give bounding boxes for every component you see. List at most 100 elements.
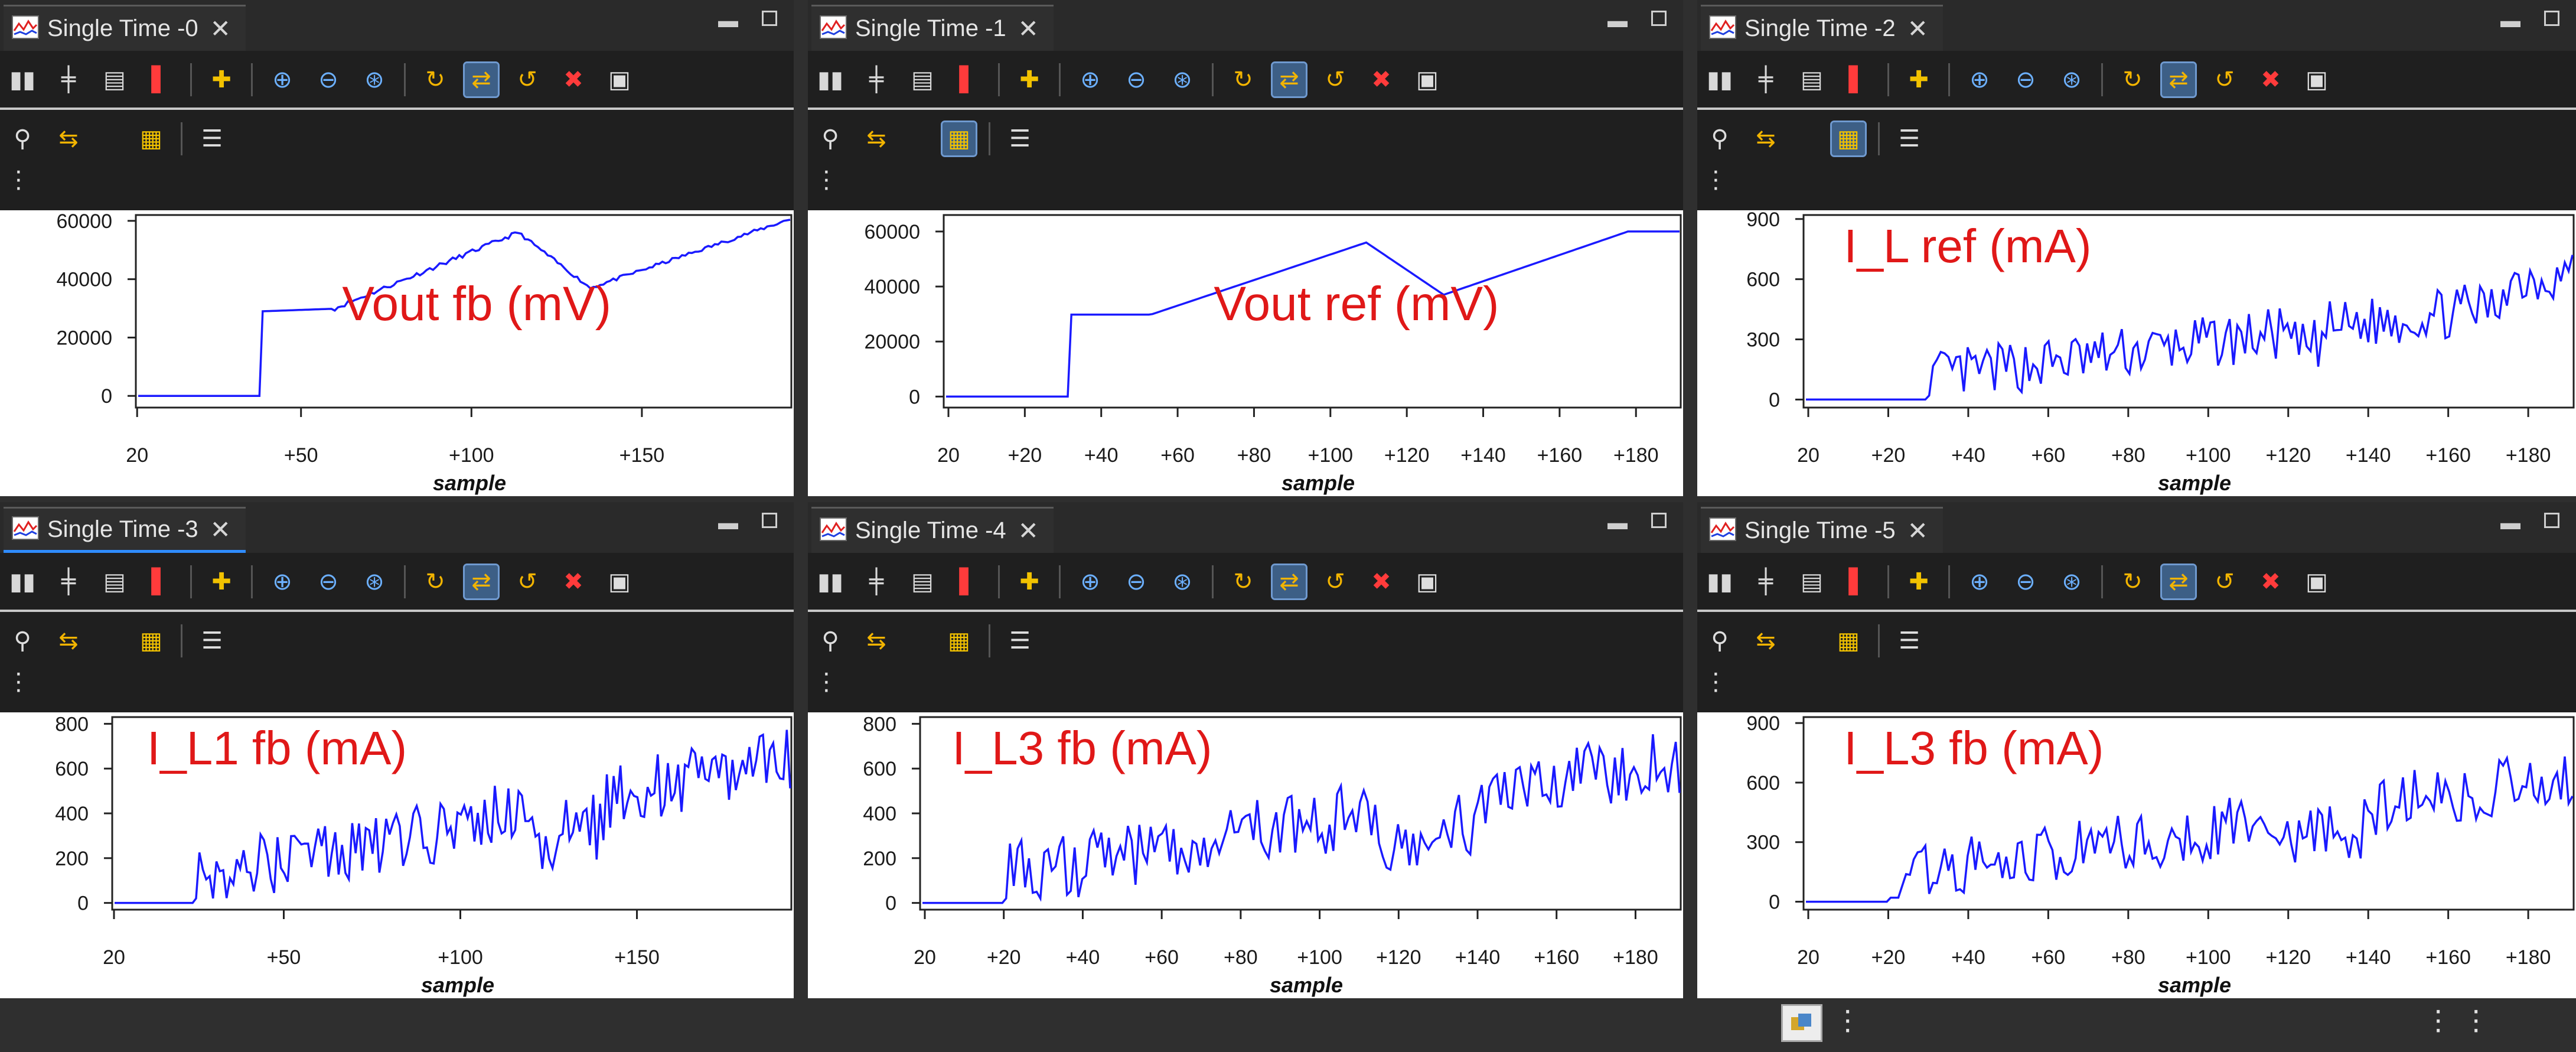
- export-icon[interactable]: ▣: [1411, 63, 1444, 96]
- crosshair-icon[interactable]: ╪: [860, 63, 893, 96]
- binoculars-icon[interactable]: ⚲: [6, 624, 39, 657]
- minimize-icon[interactable]: ▬: [718, 513, 738, 533]
- maximize-icon[interactable]: [1651, 11, 1667, 26]
- swap-icon[interactable]: ⇆: [1749, 122, 1782, 155]
- swap-icon[interactable]: ⇆: [860, 122, 893, 155]
- swap-icon[interactable]: ⇆: [52, 122, 85, 155]
- lock-sync-icon[interactable]: ⇄: [463, 61, 500, 98]
- zoom-out-icon[interactable]: ⊖: [312, 565, 345, 598]
- refresh-icon[interactable]: ↺: [2208, 63, 2241, 96]
- list-icon[interactable]: ☰: [195, 624, 229, 657]
- crosshair-icon[interactable]: ╪: [52, 63, 85, 96]
- crosshair-icon[interactable]: ╪: [1749, 565, 1782, 598]
- maximize-icon[interactable]: [2544, 11, 2559, 26]
- lock-sync-icon[interactable]: ⇄: [1271, 61, 1307, 98]
- view-menu-icon[interactable]: · · ·: [822, 660, 831, 702]
- marker-icon[interactable]: ▌: [1841, 63, 1874, 96]
- swap-icon[interactable]: ⇆: [52, 624, 85, 657]
- locked-legend-icon[interactable]: ▦: [1832, 624, 1865, 657]
- chart-area[interactable]: 900 600 300 0 20 +20 +40 +60 +80 +100 +120 +140 +160…: [1697, 210, 2576, 496]
- list-icon[interactable]: ☰: [1893, 122, 1926, 155]
- binoculars-icon[interactable]: ⚲: [814, 624, 847, 657]
- chart-area[interactable]: 900 600 300 0 20 +20 +40 +60 +80 +100 +120 +140 +160…: [1697, 712, 2576, 998]
- columns-icon[interactable]: ▮▮: [814, 565, 847, 598]
- lock-sync-icon[interactable]: ⇄: [463, 564, 500, 600]
- view-tab[interactable]: Single Time -1 ✕: [811, 5, 1054, 51]
- zoom-out-icon[interactable]: ⊖: [2009, 63, 2042, 96]
- locked-legend-icon[interactable]: ▦: [135, 122, 168, 155]
- list-icon[interactable]: ☰: [195, 122, 229, 155]
- view-menu-icon[interactable]: · · ·: [1711, 158, 1720, 200]
- zoom-out-icon[interactable]: ⊖: [1120, 63, 1153, 96]
- view-tab[interactable]: Single Time -0 ✕: [4, 5, 246, 51]
- columns-icon[interactable]: ▮▮: [1703, 565, 1736, 598]
- minimize-icon[interactable]: ▬: [1607, 513, 1628, 533]
- binoculars-icon[interactable]: ⚲: [1703, 624, 1736, 657]
- zoom-in-icon[interactable]: ⊕: [266, 63, 299, 96]
- binoculars-icon[interactable]: ⚲: [6, 122, 39, 155]
- add-icon[interactable]: ✚: [1013, 565, 1046, 598]
- fit-icon[interactable]: ▤: [98, 63, 131, 96]
- status-menu-icon[interactable]: · · ·: [2433, 995, 2443, 1044]
- fit-icon[interactable]: ▤: [1795, 565, 1828, 598]
- columns-icon[interactable]: ▮▮: [814, 63, 847, 96]
- columns-icon[interactable]: ▮▮: [6, 63, 39, 96]
- refresh-icon[interactable]: ↺: [511, 565, 544, 598]
- marker-icon[interactable]: ▌: [1841, 565, 1874, 598]
- view-tab[interactable]: Single Time -4 ✕: [811, 507, 1054, 553]
- lock-sync-icon[interactable]: ⇄: [1271, 564, 1307, 600]
- lock-sync-icon[interactable]: ⇄: [2160, 61, 2197, 98]
- zoom-in-icon[interactable]: ⊕: [1963, 565, 1996, 598]
- list-icon[interactable]: ☰: [1003, 624, 1036, 657]
- minimize-icon[interactable]: ▬: [2500, 513, 2520, 533]
- view-menu-icon[interactable]: · · ·: [14, 158, 23, 200]
- sync-icon[interactable]: ↻: [419, 63, 452, 96]
- columns-icon[interactable]: ▮▮: [1703, 63, 1736, 96]
- view-menu-icon[interactable]: · · ·: [822, 158, 831, 200]
- swap-icon[interactable]: ⇆: [1749, 624, 1782, 657]
- close-icon[interactable]: ✕: [1907, 14, 1928, 43]
- zoom-reset-icon[interactable]: ⊛: [2055, 565, 2088, 598]
- maximize-icon[interactable]: [762, 11, 777, 26]
- chart-area[interactable]: 60000 40000 20000 0 20 +20 +40 +60 +80 +100 +120 +1…: [808, 210, 1683, 496]
- fit-icon[interactable]: ▤: [98, 565, 131, 598]
- chart-area[interactable]: 800 600 400 200 0 20 +50 +100 +150 sample I_L1 fb …: [0, 712, 794, 998]
- add-icon[interactable]: ✚: [1013, 63, 1046, 96]
- marker-icon[interactable]: ▌: [952, 63, 985, 96]
- add-icon[interactable]: ✚: [205, 63, 238, 96]
- add-icon[interactable]: ✚: [1902, 63, 1935, 96]
- delete-icon[interactable]: ✖: [1365, 63, 1398, 96]
- list-icon[interactable]: ☰: [1003, 122, 1036, 155]
- sync-icon[interactable]: ↻: [1227, 63, 1260, 96]
- delete-icon[interactable]: ✖: [557, 565, 590, 598]
- zoom-in-icon[interactable]: ⊕: [1963, 63, 1996, 96]
- fit-icon[interactable]: ▤: [1795, 63, 1828, 96]
- swap-icon[interactable]: ⇆: [860, 624, 893, 657]
- export-icon[interactable]: ▣: [1411, 565, 1444, 598]
- sync-icon[interactable]: ↻: [419, 565, 452, 598]
- fit-icon[interactable]: ▤: [906, 565, 939, 598]
- zoom-in-icon[interactable]: ⊕: [266, 565, 299, 598]
- view-menu-icon[interactable]: · · ·: [14, 660, 23, 702]
- status-menu-icon[interactable]: · · ·: [1843, 995, 1853, 1044]
- refresh-icon[interactable]: ↺: [1319, 565, 1352, 598]
- view-tab[interactable]: Single Time -2 ✕: [1701, 5, 1943, 51]
- view-tab[interactable]: Single Time -3 ✕: [4, 507, 246, 553]
- zoom-out-icon[interactable]: ⊖: [1120, 565, 1153, 598]
- export-icon[interactable]: ▣: [603, 565, 636, 598]
- add-icon[interactable]: ✚: [205, 565, 238, 598]
- zoom-reset-icon[interactable]: ⊛: [1166, 63, 1199, 96]
- view-tab[interactable]: Single Time -5 ✕: [1701, 507, 1943, 553]
- refresh-icon[interactable]: ↺: [511, 63, 544, 96]
- zoom-in-icon[interactable]: ⊕: [1074, 63, 1107, 96]
- close-icon[interactable]: ✕: [210, 14, 231, 43]
- delete-icon[interactable]: ✖: [2254, 63, 2287, 96]
- binoculars-icon[interactable]: ⚲: [1703, 122, 1736, 155]
- zoom-in-icon[interactable]: ⊕: [1074, 565, 1107, 598]
- export-icon[interactable]: ▣: [603, 63, 636, 96]
- zoom-reset-icon[interactable]: ⊛: [2055, 63, 2088, 96]
- maximize-icon[interactable]: [762, 513, 777, 528]
- view-menu-icon[interactable]: · · ·: [1711, 660, 1720, 702]
- binoculars-icon[interactable]: ⚲: [814, 122, 847, 155]
- minimize-icon[interactable]: ▬: [2500, 11, 2520, 31]
